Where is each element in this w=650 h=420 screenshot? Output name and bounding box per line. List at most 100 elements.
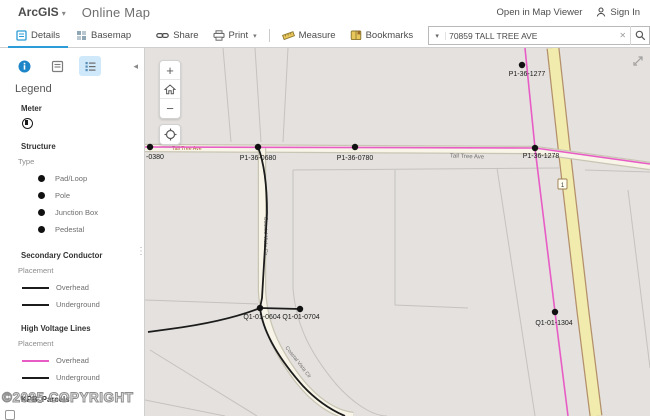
field-label: Type	[18, 157, 144, 166]
tab-details[interactable]: Details	[8, 24, 68, 48]
print-chevron-down-icon: ▾	[253, 32, 257, 40]
station-label: P1-36-1278	[523, 153, 560, 160]
highway-road	[553, 48, 596, 416]
sign-in-button[interactable]: Sign In	[596, 7, 640, 18]
line-symbol-icon	[22, 377, 49, 379]
legend-item-label: Junction Box	[55, 208, 98, 217]
legend-item-label: Underground	[56, 373, 100, 382]
map-canvas[interactable]: Tall Tree Ave Tall Tree Ave Coastal Vist…	[145, 48, 650, 416]
details-panel: ◂ Legend Meter Structure Type Pad/Loop P…	[0, 48, 145, 416]
legend-item: Underground	[38, 300, 144, 309]
expand-map-button[interactable]	[633, 53, 644, 71]
measure-ruler-icon	[282, 30, 295, 41]
home-button[interactable]	[160, 80, 180, 99]
details-icon	[16, 30, 27, 41]
search-submit-button[interactable]	[630, 26, 649, 45]
about-tab[interactable]	[13, 56, 35, 76]
layer-name: Meter	[21, 104, 144, 113]
line-symbol-icon	[22, 360, 49, 362]
tab-details-label: Details	[31, 30, 60, 41]
layer-name: Structure	[21, 142, 144, 151]
arcgis-logo[interactable]: ArcGIS	[18, 5, 59, 19]
app-header: ArcGIS ▾ Online Map Open in Map Viewer S…	[0, 0, 650, 24]
search-input[interactable]	[446, 31, 615, 41]
station-label: P1-36-0680	[240, 155, 277, 162]
home-icon	[164, 84, 176, 95]
brand-chevron-down-icon[interactable]: ▾	[62, 9, 66, 18]
station-label: P1-36-1277	[509, 71, 546, 78]
line-symbol-icon	[22, 304, 49, 306]
route-1-shield: 1	[558, 179, 567, 189]
underground-conductor-lines	[148, 147, 345, 416]
station-label: Q1-01-1304	[535, 320, 572, 327]
station-label: Q1-01-0604	[243, 314, 280, 321]
measure-button[interactable]: Measure	[275, 30, 343, 41]
legend-item-label: Underground	[56, 300, 100, 309]
info-icon	[18, 60, 31, 73]
legend-item: Overhead	[38, 283, 144, 292]
person-icon	[596, 7, 606, 17]
tab-basemap[interactable]: Basemap	[68, 24, 139, 48]
zoom-out-button[interactable]: −	[160, 99, 180, 118]
legend-item-label: Pole	[55, 191, 70, 200]
copyright-watermark: ©2025 COPYRIGHT	[2, 390, 134, 405]
point-symbol-icon	[38, 192, 45, 199]
page-title: Online Map	[82, 5, 150, 20]
road-label-tall-tree-right: Tall Tree Ave	[450, 153, 485, 160]
magnifier-icon	[635, 30, 646, 41]
legend-item-label: Pedestal	[55, 225, 84, 234]
basemap-icon	[76, 30, 87, 41]
legend-item: Pad/Loop	[38, 174, 144, 183]
measure-label: Measure	[299, 30, 336, 41]
legend-item: Junction Box	[38, 208, 144, 217]
content-tab[interactable]	[46, 56, 68, 76]
bookmarks-button[interactable]: Bookmarks	[343, 30, 421, 41]
search-box: ▾ ✕	[428, 26, 650, 45]
layer-name: High Voltage Lines	[21, 324, 144, 333]
layer-name: Secondary Conductor	[21, 251, 144, 260]
content-icon	[51, 60, 64, 73]
watermark-logo	[5, 410, 15, 420]
station-label: -0380	[146, 154, 164, 161]
legend-layer-meter: Meter	[0, 104, 144, 129]
legend-layer-high-voltage: High Voltage Lines Placement Overhead Un…	[0, 324, 144, 382]
zoom-in-button[interactable]: +	[160, 61, 180, 80]
sign-in-label: Sign In	[610, 7, 640, 18]
tall-tree-ave-road	[145, 148, 650, 166]
locate-icon	[164, 128, 177, 141]
collapse-panel-icon[interactable]: ◂	[133, 61, 138, 72]
search-chevron-down-icon[interactable]: ▾	[429, 32, 446, 40]
print-button[interactable]: Print ▾	[206, 30, 264, 41]
legend-item: Underground	[38, 373, 144, 382]
legend-layer-structure: Structure Type Pad/Loop Pole Junction Bo…	[0, 142, 144, 234]
open-in-map-viewer-link[interactable]: Open in Map Viewer	[497, 7, 583, 18]
legend-icon	[84, 60, 97, 73]
panel-tabs: ◂	[0, 48, 144, 76]
bookmarks-label: Bookmarks	[366, 30, 414, 41]
legend-item: Pole	[38, 191, 144, 200]
bookmarks-icon	[350, 30, 362, 41]
point-symbol-icon	[38, 175, 45, 182]
legend-item: Pedestal	[38, 225, 144, 234]
share-button[interactable]: Share	[149, 30, 205, 41]
basemap-svg: Tall Tree Ave Tall Tree Ave Coastal Vist…	[145, 48, 650, 416]
legend-item-label: Overhead	[56, 283, 89, 292]
station-labels: -0380 P1-36-0680 P1-36-0780 P1-36-1278 P…	[146, 71, 573, 327]
share-link-icon	[156, 31, 169, 40]
legend-layer-secondary-conductor: Secondary Conductor Placement Overhead U…	[0, 251, 144, 309]
legend-item: Overhead	[38, 356, 144, 365]
toolbar-separator	[269, 29, 270, 42]
print-label: Print	[229, 30, 249, 41]
share-label: Share	[173, 30, 198, 41]
field-label: Placement	[18, 266, 144, 275]
legend-tab[interactable]	[79, 56, 101, 76]
structure-points[interactable]	[147, 62, 558, 315]
tab-basemap-label: Basemap	[91, 30, 131, 41]
point-symbol-icon	[38, 226, 45, 233]
station-label: P1-36-0780	[337, 155, 374, 162]
search-clear-icon[interactable]: ✕	[615, 31, 630, 40]
meter-symbol-icon	[22, 118, 33, 129]
station-label: Q1-01-0704	[282, 314, 319, 321]
legend-item-label: Pad/Loop	[55, 174, 87, 183]
find-my-location-button[interactable]	[159, 124, 181, 145]
